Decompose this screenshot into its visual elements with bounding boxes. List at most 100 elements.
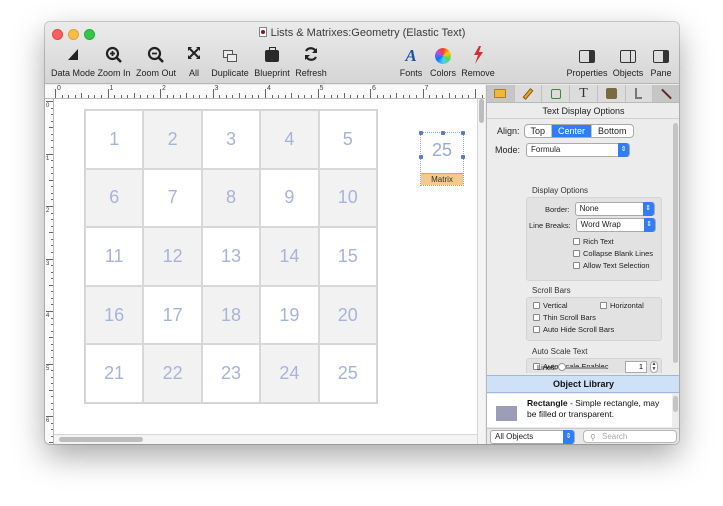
tab-line[interactable] — [653, 85, 679, 102]
ruler-tick — [284, 95, 286, 98]
lines-stepper[interactable]: ▲ ▼ — [650, 361, 658, 373]
matrix-cell: 8 — [201, 168, 261, 228]
colors-button[interactable]: Colors — [428, 46, 458, 78]
ruler-tick — [49, 127, 53, 129]
zoom-in-button[interactable]: Zoom In — [96, 46, 132, 78]
tab-binding[interactable] — [542, 85, 571, 102]
data-mode-button[interactable]: Data Mode — [50, 46, 96, 78]
matrix-object[interactable]: 25 Matrix — [419, 131, 465, 186]
lines-input[interactable]: 1 — [625, 361, 647, 373]
align-bottom-option[interactable]: Bottom — [592, 125, 633, 137]
duplicate-button[interactable]: Duplicate — [209, 46, 251, 78]
matrix-cell: 11 — [85, 227, 144, 286]
resize-handle[interactable] — [441, 131, 445, 135]
checkbox[interactable] — [533, 302, 540, 309]
tab-action[interactable] — [626, 85, 654, 102]
scrollbar-thumb[interactable] — [59, 437, 143, 442]
resize-handle[interactable] — [419, 131, 423, 135]
library-scrollbar[interactable] — [673, 396, 678, 412]
text-display-icon — [494, 89, 507, 98]
matrix-cell: 14 — [260, 227, 319, 286]
tab-formula[interactable] — [598, 85, 626, 102]
ruler-tick — [370, 89, 371, 98]
horizontal-scroll-checkbox[interactable]: Horizontal — [600, 301, 644, 310]
vertical-scroll-checkbox[interactable]: Vertical — [533, 301, 568, 310]
ruler-tick — [51, 422, 53, 424]
ruler-tick — [51, 278, 53, 280]
align-label: Align: — [497, 126, 520, 136]
library-item-rectangle[interactable]: Rectangle - Simple rectangle, may be fil… — [487, 394, 672, 427]
checkbox[interactable] — [573, 238, 580, 245]
fit-all-button[interactable]: All — [183, 46, 205, 78]
scrollbar-thumb[interactable] — [479, 99, 484, 123]
ruler-number: 2 — [46, 208, 50, 214]
checkbox[interactable] — [573, 262, 580, 269]
mode-label: Mode: — [495, 145, 521, 155]
zoom-out-button[interactable]: Zoom Out — [135, 46, 177, 78]
tab-pencil[interactable] — [515, 85, 543, 102]
matrix-cell: 4 — [260, 110, 319, 169]
ruler-tick — [297, 95, 299, 98]
checkbox[interactable] — [573, 250, 580, 257]
lines-slider[interactable] — [563, 367, 607, 369]
library-filter-popup[interactable]: All Objects ⇕ — [490, 430, 575, 444]
align-segmented-control[interactable]: Top Center Bottom — [523, 124, 634, 138]
border-row: Border: None ⇕ — [545, 202, 655, 216]
checkbox[interactable] — [533, 326, 540, 333]
resize-handle[interactable] — [461, 131, 465, 135]
canvas-vertical-scrollbar[interactable] — [477, 99, 485, 444]
checkbox[interactable] — [533, 314, 540, 321]
align-center-option[interactable]: Center — [552, 125, 593, 137]
align-top-option[interactable]: Top — [525, 125, 553, 137]
ruler-tick — [46, 363, 53, 365]
thin-scroll-bars-checkbox[interactable]: Thin Scroll Bars — [533, 313, 596, 322]
ruler-tick — [51, 186, 53, 188]
line-breaks-popup[interactable]: Word Wrap ⇕ — [575, 218, 656, 232]
ruler-number: 3 — [46, 260, 50, 267]
scrollbar-thumb[interactable] — [673, 123, 678, 363]
tab-text[interactable]: T — [570, 85, 598, 102]
ruler-tick — [232, 95, 234, 98]
remove-button[interactable]: Remove — [460, 46, 496, 78]
border-label: Border: — [545, 204, 570, 214]
matrix-cell: 13 — [201, 227, 261, 286]
ruler-tick — [51, 435, 53, 437]
blueprint-button[interactable]: Blueprint — [253, 46, 291, 78]
ruler-tick — [51, 251, 53, 253]
ruler-tick — [448, 93, 450, 98]
design-canvas[interactable]: 1 2 3 4 5 6 7 8 9 10 11 12 13 14 15 16 17 18 19 20 21 22 23 24 2… — [54, 99, 477, 444]
checkbox[interactable] — [600, 302, 607, 309]
auto-hide-scroll-bars-checkbox[interactable]: Auto Hide Scroll Bars — [533, 325, 614, 334]
allow-text-selection-checkbox[interactable]: Allow Text Selection — [573, 261, 650, 270]
fonts-button[interactable]: A Fonts — [397, 46, 425, 78]
refresh-button[interactable]: Refresh — [294, 46, 328, 78]
pane-button[interactable]: Pane — [648, 46, 674, 78]
matrix-cell: 9 — [260, 168, 319, 228]
ruler-tick — [363, 95, 365, 98]
ruler-tick — [251, 95, 253, 98]
remove-icon — [460, 46, 496, 66]
matrix-cell: 25 — [318, 344, 377, 403]
ruler-tick — [146, 95, 148, 98]
collapse-blank-lines-checkbox[interactable]: Collapse Blank Lines — [573, 249, 653, 258]
matrix-grid[interactable]: 1 2 3 4 5 6 7 8 9 10 11 12 13 14 15 16 17 18 19 20 21 22 23 24 2… — [84, 109, 378, 404]
properties-button[interactable]: Properties — [565, 46, 609, 78]
slider-knob[interactable] — [558, 363, 566, 371]
matrix-cell: 24 — [260, 344, 319, 403]
mode-popup[interactable]: Formula ⇕ — [526, 143, 631, 157]
ruler-tick — [51, 291, 53, 293]
ruler-tick — [74, 95, 76, 98]
rich-text-checkbox[interactable]: Rich Text — [573, 237, 614, 246]
library-search-input[interactable]: ⚲ Search — [583, 430, 677, 443]
text-icon: T — [579, 85, 588, 101]
objects-button[interactable]: Objects — [611, 46, 645, 78]
objects-icon — [611, 46, 645, 66]
tab-text-display[interactable] — [487, 85, 515, 102]
border-popup[interactable]: None ⇕ — [574, 202, 655, 216]
formula-icon — [605, 88, 617, 99]
ruler-tick — [107, 89, 109, 98]
panel-scrollbar[interactable] — [673, 123, 679, 368]
canvas-horizontal-scrollbar[interactable] — [54, 434, 477, 444]
ruler-tick — [51, 370, 53, 372]
ruler-tick — [81, 93, 83, 98]
